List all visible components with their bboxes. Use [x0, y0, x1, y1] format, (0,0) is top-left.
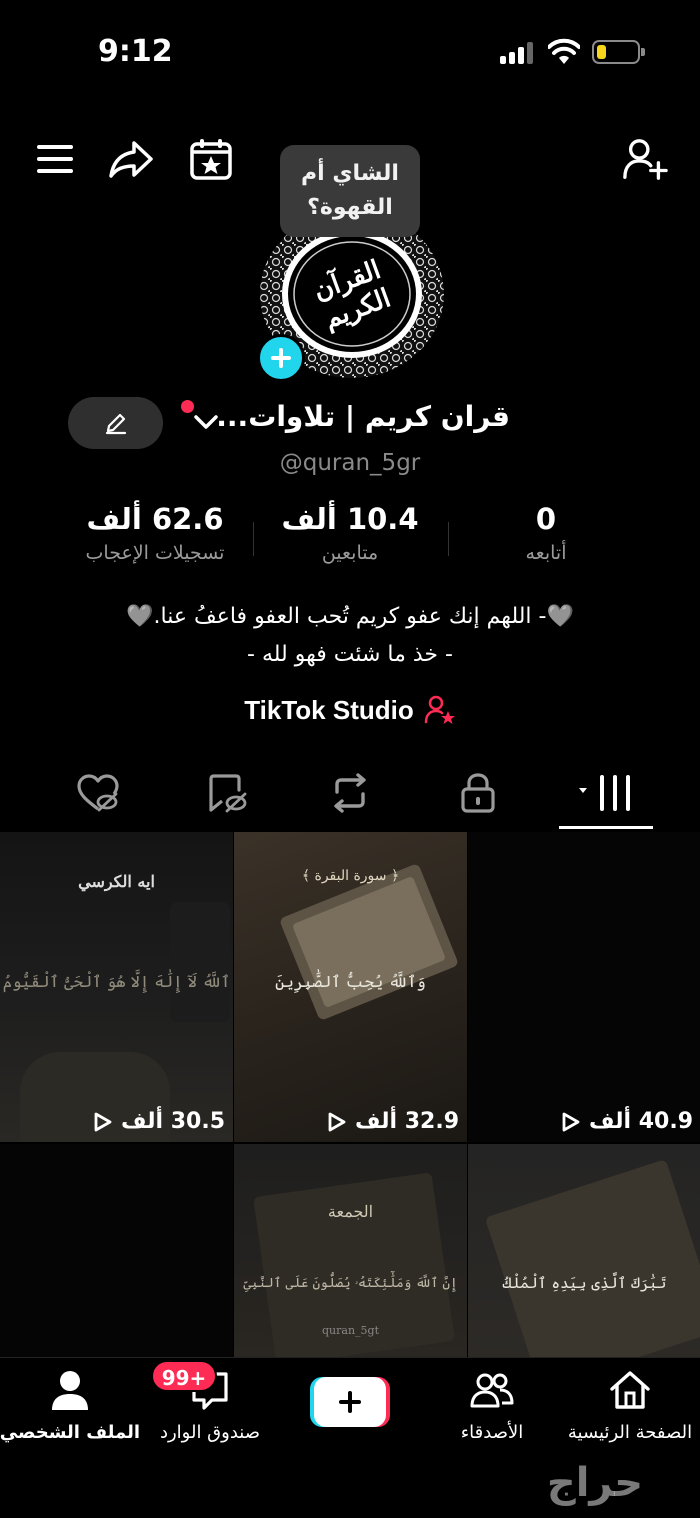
- inbox-badge: 99+: [151, 1360, 217, 1392]
- lock-icon: [461, 773, 495, 813]
- video-verse: تَبَٰرَكَ ٱلَّذِى بِيَدِهِ ٱلْمُلْكُ: [502, 1274, 667, 1292]
- nav-home-label: الصفحة الرئيسية: [567, 1422, 693, 1443]
- video-grid: ايه الكرسي ٱللَّهُ لَآ إِلَٰهَ إِلَّا هُ…: [0, 832, 700, 1358]
- nav-friends[interactable]: الأصدقاء: [422, 1368, 562, 1458]
- menu-icon[interactable]: [32, 136, 78, 182]
- battery-icon: [592, 40, 645, 64]
- tiktok-studio-label: TikTok Studio: [244, 694, 414, 725]
- username-handle: @quran_5gr: [279, 450, 421, 476]
- add-story-button[interactable]: [257, 334, 305, 382]
- tab-reposts[interactable]: [320, 768, 380, 818]
- status-time: 9:12: [98, 34, 173, 69]
- calendar-star-icon[interactable]: [188, 136, 234, 182]
- video-verse: ٱللَّهُ لَآ إِلَٰهَ إِلَّا هُوَ ٱلْحَىُّ…: [2, 972, 231, 991]
- video-thumbnail[interactable]: [0, 1144, 233, 1358]
- haraj-watermark: حراج: [546, 1460, 644, 1506]
- video-thumbnail[interactable]: تَبَٰرَكَ ٱلَّذِى بِيَدِهِ ٱلْمُلْكُ: [468, 1144, 700, 1358]
- view-count-text: 32.9 ألف: [355, 1109, 459, 1134]
- video-verse: وَٱللَّهُ يُحِبُّ ٱلصَّٰبِرِينَ: [275, 972, 426, 991]
- profile-bio: 🩶- اللهم إنك عفو كريم تُحب العفو فاعفُ ع…: [40, 598, 660, 674]
- following-label: أتابعه: [525, 542, 567, 564]
- heart-hidden-icon: [77, 774, 119, 812]
- play-icon: [94, 1112, 112, 1131]
- nav-friends-label: الأصدقاء: [460, 1422, 524, 1443]
- video-thumbnail[interactable]: الجمعة إِنَّ ٱللَّهَ وَمَلَٰٓئِكَتَهُۥ ي…: [234, 1144, 467, 1358]
- tab-favorites[interactable]: [196, 768, 256, 818]
- tab-liked[interactable]: [68, 768, 128, 818]
- view-count: 30.5 ألف: [91, 1109, 225, 1134]
- view-count-text: 30.5 ألف: [121, 1109, 225, 1134]
- create-button[interactable]: [310, 1377, 390, 1427]
- nav-profile-label: الملف الشخصي: [0, 1422, 140, 1443]
- stat-likes[interactable]: 62.6 ألف تسجيلات الإعجاب: [55, 502, 255, 564]
- view-count: 40.9 ألف: [559, 1109, 693, 1134]
- stat-followers[interactable]: 10.4 ألف متابعين: [250, 502, 450, 564]
- cellular-signal-icon: [500, 42, 536, 64]
- nav-profile[interactable]: الملف الشخصي: [0, 1368, 140, 1458]
- home-icon: [610, 1371, 650, 1409]
- friends-icon: [470, 1373, 514, 1408]
- share-icon[interactable]: [108, 136, 154, 182]
- nav-inbox-label: صندوق الوارد: [159, 1422, 261, 1443]
- display-name[interactable]: قران كريم | تلاوات...: [216, 400, 510, 433]
- stat-following[interactable]: 0 أتابعه: [446, 502, 646, 564]
- video-thumbnail[interactable]: 40.9 ألف: [468, 832, 700, 1142]
- likes-label: تسجيلات الإعجاب: [85, 542, 225, 564]
- profile-note-bubble[interactable]: الشاي أم القهوة؟: [280, 145, 420, 237]
- tiktok-studio-link[interactable]: TikTok Studio: [200, 690, 500, 730]
- nav-home[interactable]: الصفحة الرئيسية: [560, 1368, 700, 1458]
- video-title: ايه الكرسي: [78, 872, 155, 891]
- profile-icon: [52, 1371, 88, 1410]
- status-bar: 9:12: [0, 0, 700, 100]
- tab-private[interactable]: [448, 768, 508, 818]
- studio-person-star-icon: [424, 695, 455, 724]
- view-count-text: 40.9 ألف: [589, 1109, 693, 1134]
- video-title: الجمعة: [327, 1202, 374, 1221]
- bio-line-2: - خذ ما شئت فهو لله -: [247, 642, 453, 667]
- followers-label: متابعين: [321, 542, 379, 564]
- play-icon: [328, 1112, 346, 1131]
- following-count: 0: [535, 502, 557, 536]
- pencil-icon: [105, 413, 126, 435]
- play-icon: [562, 1112, 580, 1131]
- video-verse: إِنَّ ٱللَّهَ وَمَلَٰٓئِكَتَهُۥ يُصَلُّو…: [243, 1276, 458, 1291]
- video-thumbnail[interactable]: ﴿ سورة البقرة ﴾ وَٱللَّهُ يُحِبُّ ٱلصَّٰ…: [234, 832, 467, 1142]
- add-friend-icon[interactable]: [622, 136, 668, 182]
- bio-line-1: 🩶- اللهم إنك عفو كريم تُحب العفو فاعفُ ع…: [126, 604, 574, 629]
- repost-icon: [334, 773, 366, 813]
- video-grid-icon: [579, 775, 630, 811]
- bookmark-hidden-icon: [209, 774, 247, 813]
- followers-count: 10.4 ألف: [281, 502, 419, 536]
- tab-videos[interactable]: [574, 768, 640, 818]
- video-thumbnail[interactable]: ايه الكرسي ٱللَّهُ لَآ إِلَٰهَ إِلَّا هُ…: [0, 832, 233, 1142]
- view-count: 32.9 ألف: [325, 1109, 459, 1134]
- likes-count: 62.6 ألف: [86, 502, 224, 536]
- active-tab-indicator: [559, 826, 653, 829]
- wifi-icon: [548, 38, 580, 64]
- edit-profile-button[interactable]: [68, 397, 163, 449]
- video-watermark-handle: quran_5gt: [322, 1324, 379, 1337]
- profile-tabs: [0, 760, 700, 830]
